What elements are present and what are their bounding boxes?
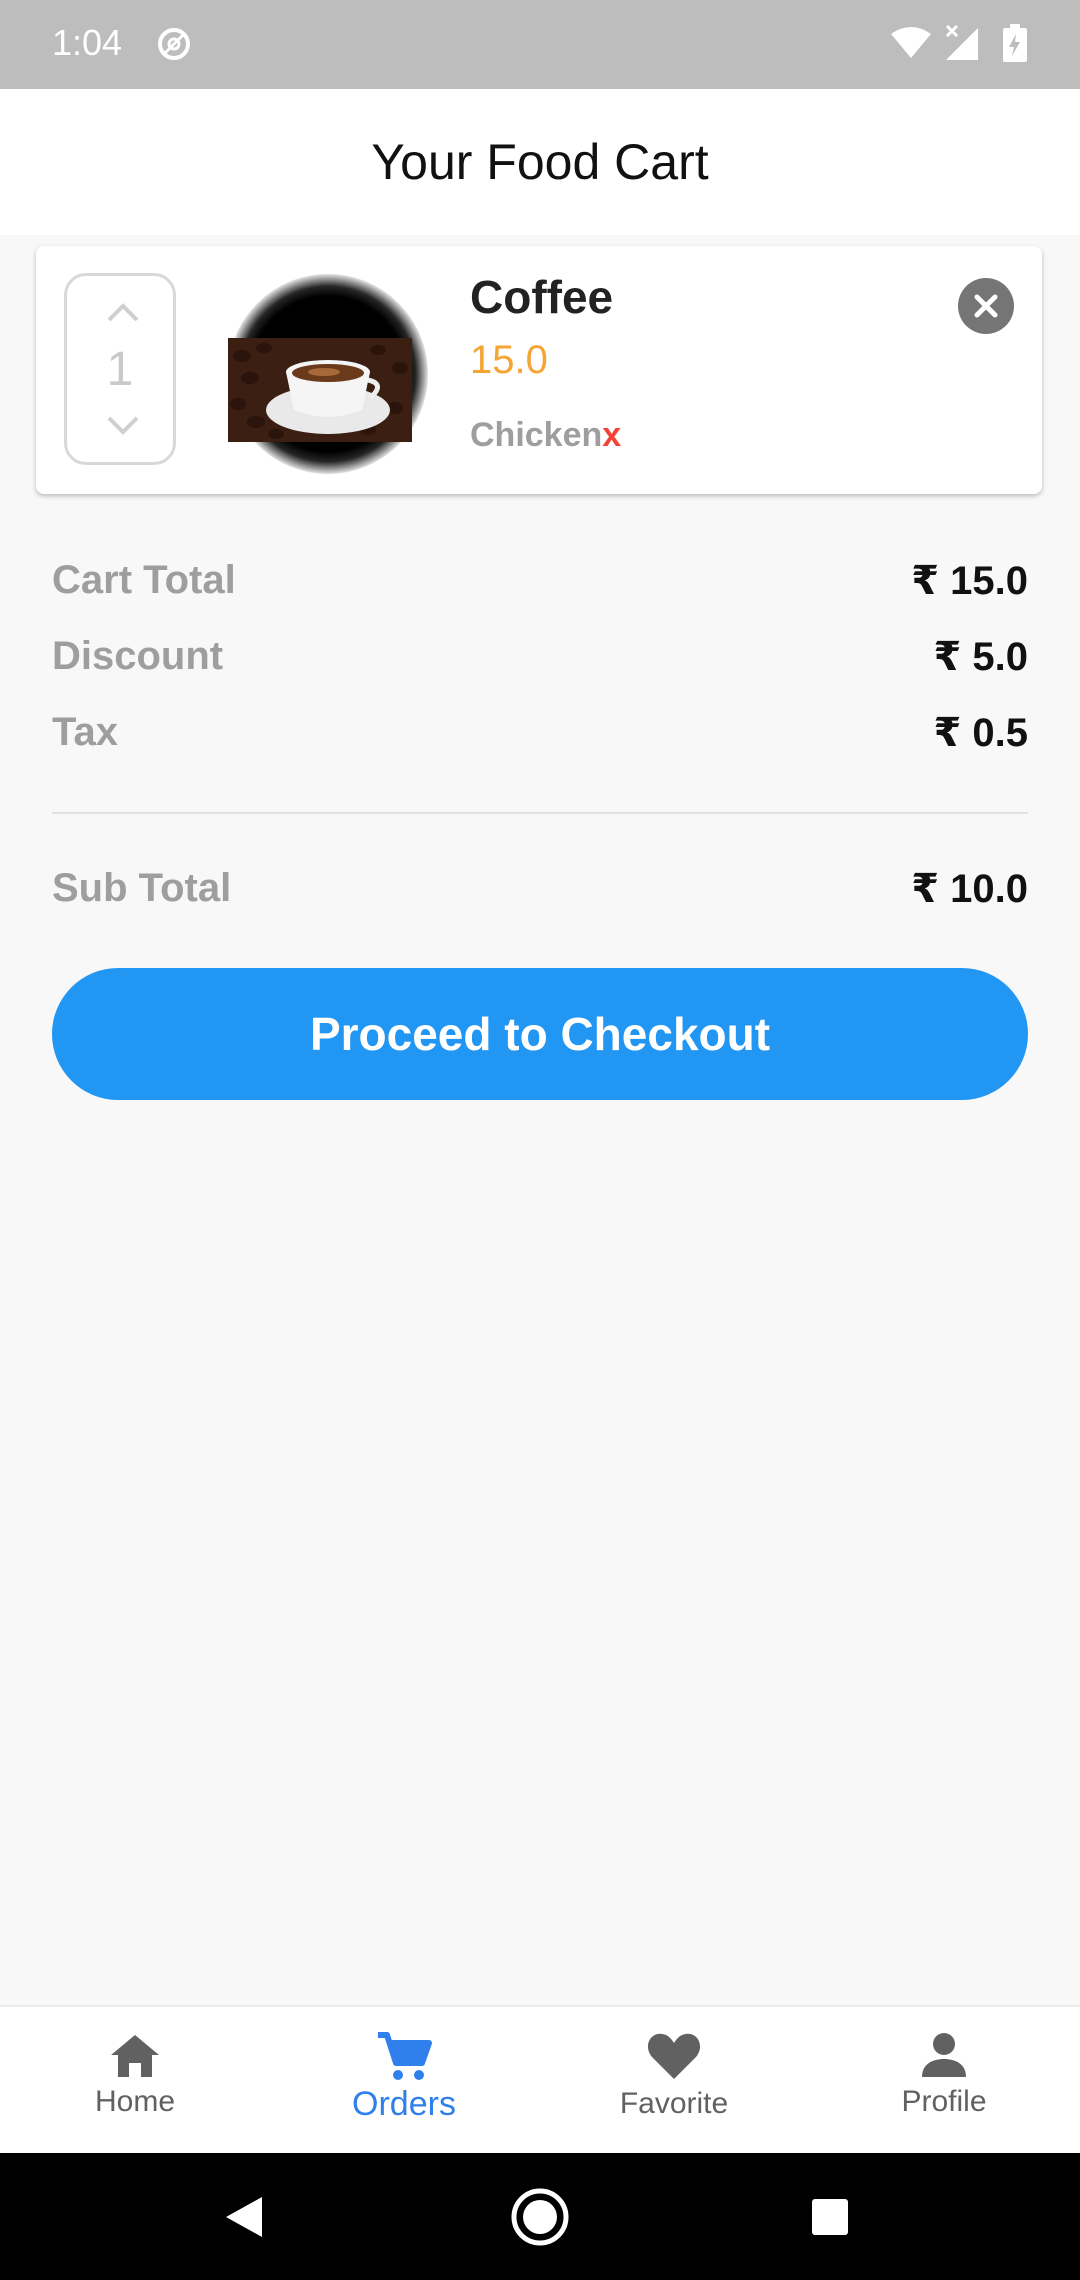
- person-icon: [922, 2033, 966, 2077]
- nav-item-favorite[interactable]: Favorite: [574, 2031, 774, 2121]
- summary-row-cart-total: Cart Total ₹ 15.0: [52, 558, 1028, 618]
- bottom-navigation: Home Orders Favorite Profile: [0, 2005, 1080, 2155]
- chevron-up-icon[interactable]: [103, 296, 143, 331]
- summary-row-sub-total: Sub Total ₹ 10.0: [52, 866, 1028, 926]
- heart-icon: [647, 2033, 701, 2079]
- item-variant: Chickenx: [470, 416, 621, 455]
- item-name: Coffee: [470, 271, 614, 323]
- item-variant-remove[interactable]: x: [602, 416, 621, 454]
- chevron-down-icon[interactable]: [103, 412, 143, 447]
- wifi-icon: [890, 26, 932, 65]
- tax-label: Tax: [52, 710, 118, 754]
- summary-row-tax: Tax ₹ 0.5: [52, 710, 1028, 770]
- discount-label: Discount: [52, 634, 224, 678]
- cart-total-value: ₹ 15.0: [911, 559, 1028, 603]
- sub-total-label: Sub Total: [52, 866, 232, 910]
- sub-total-value: ₹ 10.0: [911, 867, 1028, 911]
- nav-label-profile: Profile: [901, 2085, 987, 2118]
- nav-item-home[interactable]: Home: [35, 2031, 235, 2119]
- home-button-icon[interactable]: [510, 2187, 570, 2247]
- status-bar: 1:04: [0, 0, 1080, 89]
- home-icon: [111, 2035, 159, 2077]
- checkout-button[interactable]: Proceed to Checkout: [52, 968, 1028, 1100]
- summary-row-discount: Discount ₹ 5.0: [52, 634, 1028, 694]
- nav-label-home: Home: [94, 2085, 176, 2118]
- page-title: Your Food Cart: [371, 134, 709, 190]
- cart-icon: [378, 2032, 432, 2080]
- cart-item-card: 1 Coffee 15.0 Chickenx: [36, 246, 1042, 494]
- quantity-value: 1: [106, 343, 134, 396]
- divider: [52, 812, 1028, 814]
- signal-icon: [944, 24, 980, 67]
- at-sign-icon: [156, 26, 192, 62]
- nav-item-profile[interactable]: Profile: [844, 2031, 1044, 2119]
- food-image: [228, 274, 428, 474]
- nav-item-orders[interactable]: Orders: [304, 2031, 504, 2124]
- system-navigation-bar: [0, 2153, 1080, 2280]
- item-price: 15.0: [470, 338, 548, 382]
- coffee-cup-image: [228, 338, 412, 442]
- battery-charging-icon: [1003, 24, 1027, 67]
- app-bar: Your Food Cart: [0, 89, 1080, 235]
- quantity-stepper[interactable]: 1: [64, 273, 176, 465]
- back-icon[interactable]: [222, 2195, 264, 2239]
- status-time: 1:04: [52, 22, 123, 63]
- remove-item-button[interactable]: [958, 278, 1014, 334]
- recents-icon[interactable]: [810, 2197, 850, 2237]
- cart-total-label: Cart Total: [52, 558, 236, 602]
- nav-label-orders: Orders: [352, 2085, 456, 2123]
- discount-value: ₹ 5.0: [933, 635, 1028, 679]
- nav-label-favorite: Favorite: [619, 2087, 729, 2120]
- close-icon: [974, 294, 998, 318]
- item-variant-label: Chicken: [470, 416, 603, 454]
- tax-value: ₹ 0.5: [933, 711, 1028, 755]
